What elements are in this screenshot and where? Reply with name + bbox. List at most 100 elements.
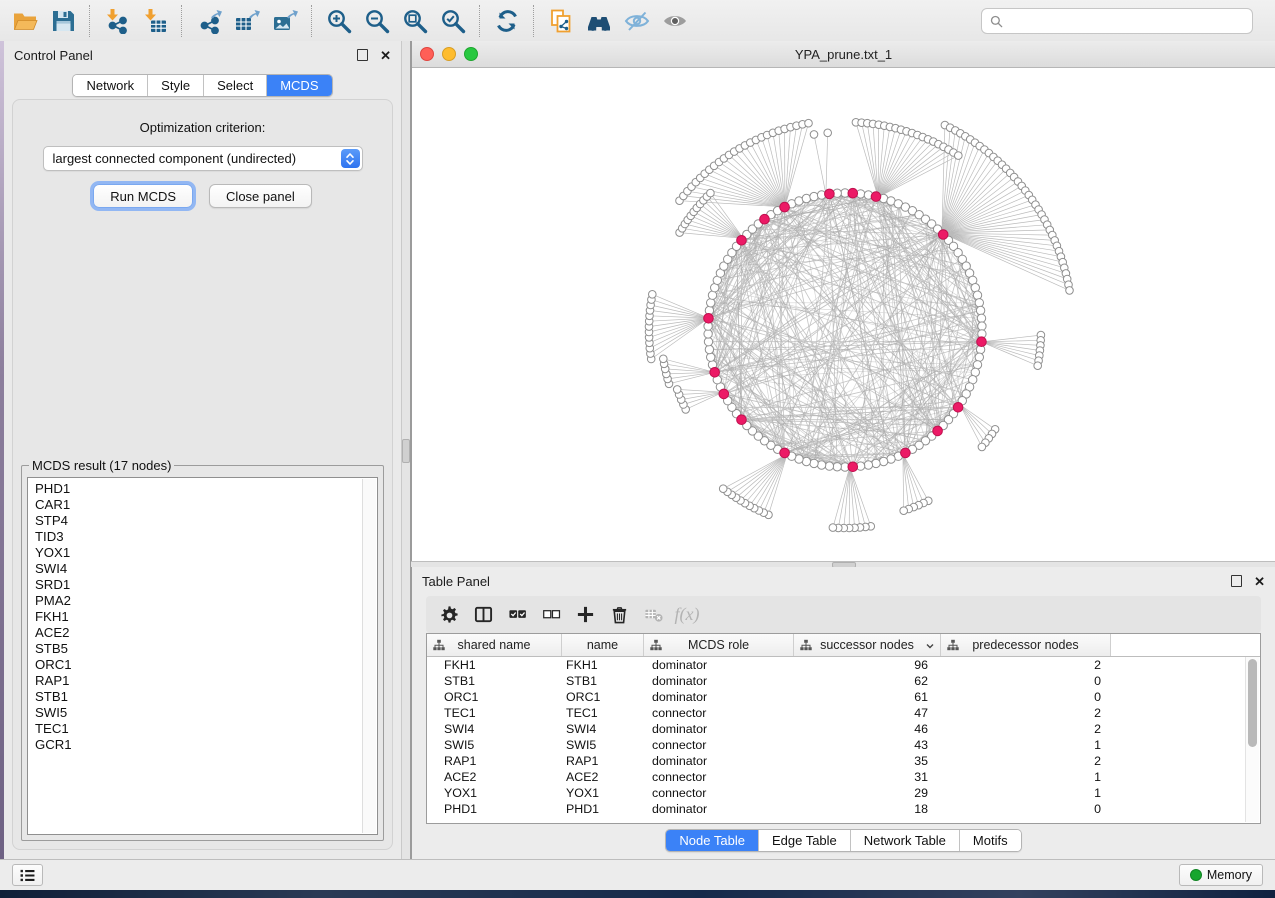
mcds-result-item[interactable]: PMA2 [35, 593, 377, 609]
task-history-button[interactable] [12, 864, 43, 886]
mcds-result-item[interactable]: STP4 [35, 513, 377, 529]
tab-network-table[interactable]: Network Table [851, 830, 960, 851]
splitter-handle[interactable] [402, 439, 410, 463]
table-panel-tabs: Node TableEdge TableNetwork TableMotifs [665, 829, 1021, 852]
task-list-icon [19, 869, 36, 882]
close-panel-icon[interactable]: ✕ [380, 49, 391, 62]
mcds-result-item[interactable]: STB1 [35, 689, 377, 705]
table-row-TEC1[interactable]: TEC1TEC1connector472 [427, 705, 1260, 721]
column-header-predecessor-nodes[interactable]: predecessor nodes [941, 634, 1111, 656]
import-table-button[interactable] [138, 6, 172, 36]
column-header-shared-name[interactable]: shared name [427, 634, 562, 656]
float-panel-icon[interactable] [357, 49, 368, 61]
export-table-icon [234, 8, 260, 34]
add-column-button[interactable] [570, 601, 600, 629]
column-label: successor nodes [820, 638, 914, 652]
deselect-all-rows-button[interactable] [536, 601, 566, 629]
clone-network-button[interactable] [544, 6, 578, 36]
hide-selected-button[interactable] [620, 6, 654, 36]
tab-network[interactable]: Network [73, 75, 148, 96]
mcds-result-item[interactable]: GCR1 [35, 737, 377, 753]
cell: 43 [794, 738, 941, 752]
tab-mcds[interactable]: MCDS [267, 75, 331, 96]
column-header-MCDS-role[interactable]: MCDS role [644, 634, 794, 656]
column-header-name[interactable]: name [562, 634, 644, 656]
run-mcds-button[interactable]: Run MCDS [93, 184, 193, 208]
network-canvas[interactable] [412, 68, 1275, 561]
save-session-button[interactable] [46, 6, 80, 36]
cell: TEC1 [562, 706, 644, 720]
network-nodes[interactable] [645, 119, 1073, 532]
open-file-button[interactable] [8, 6, 42, 36]
mcds-result-item[interactable]: RAP1 [35, 673, 377, 689]
network-window-titlebar[interactable]: YPA_prune.txt_1 [412, 41, 1275, 68]
mcds-result-item[interactable]: TID3 [35, 529, 377, 545]
refresh-icon [494, 8, 520, 34]
table-row-YOX1[interactable]: YOX1YOX1connector291 [427, 785, 1260, 801]
float-panel-icon[interactable] [1231, 575, 1242, 587]
table-row-RAP1[interactable]: RAP1RAP1dominator352 [427, 753, 1260, 769]
mcds-result-item[interactable]: SWI4 [35, 561, 377, 577]
mcds-result-item[interactable]: FKH1 [35, 609, 377, 625]
table-scrollbar-thumb[interactable] [1248, 659, 1257, 747]
table-row-ACE2[interactable]: ACE2ACE2connector311 [427, 769, 1260, 785]
network-overview-button[interactable] [582, 6, 616, 36]
column-header-successor-nodes[interactable]: successor nodes [794, 634, 941, 656]
cell: 1 [941, 738, 1111, 752]
table-row-ORC1[interactable]: ORC1ORC1dominator610 [427, 689, 1260, 705]
table-row-PHD1[interactable]: PHD1PHD1dominator180 [427, 801, 1260, 817]
workspace: Control Panel ✕ NetworkStyleSelectMCDS O… [0, 41, 1275, 860]
mcds-result-item[interactable]: SWI5 [35, 705, 377, 721]
cell: connector [644, 786, 794, 800]
table-row-SWI4[interactable]: SWI4SWI4dominator462 [427, 721, 1260, 737]
cell: 29 [794, 786, 941, 800]
export-network-button[interactable] [192, 6, 226, 36]
cell: 1 [941, 786, 1111, 800]
show-all-button[interactable] [658, 6, 692, 36]
mcds-result-item[interactable]: ORC1 [35, 657, 377, 673]
tab-motifs[interactable]: Motifs [960, 830, 1021, 851]
table-row-STB1[interactable]: STB1STB1dominator620 [427, 673, 1260, 689]
vertical-splitter[interactable] [401, 41, 411, 860]
zoom-out-button[interactable] [360, 6, 394, 36]
refresh-view-button[interactable] [490, 6, 524, 36]
mcds-result-item[interactable]: ACE2 [35, 625, 377, 641]
search-input[interactable] [1008, 11, 1252, 31]
tab-select[interactable]: Select [204, 75, 267, 96]
mcds-result-item[interactable]: TEC1 [35, 721, 377, 737]
mcds-result-list[interactable]: PHD1CAR1STP4TID3YOX1SWI4SRD1PMA2FKH1ACE2… [27, 477, 378, 835]
zoom-selected-button[interactable] [436, 6, 470, 36]
mcds-result-item[interactable]: SRD1 [35, 577, 377, 593]
optimization-criterion-label: Optimization criterion: [13, 120, 392, 135]
mcds-result-item[interactable]: PHD1 [35, 481, 377, 497]
table-row-FKH1[interactable]: FKH1FKH1dominator962 [427, 657, 1260, 673]
network-graph[interactable] [412, 68, 1275, 561]
mcds-result-item[interactable]: YOX1 [35, 545, 377, 561]
import-network-button[interactable] [100, 6, 134, 36]
export-table-button[interactable] [230, 6, 264, 36]
column-visibility-button[interactable] [468, 601, 498, 629]
criterion-select[interactable]: largest connected component (undirected) [43, 146, 363, 171]
tab-style[interactable]: Style [148, 75, 204, 96]
mcds-result-item[interactable]: CAR1 [35, 497, 377, 513]
mcds-list-scrollbar[interactable] [362, 479, 376, 833]
tab-node-table[interactable]: Node Table [666, 830, 759, 851]
memory-button[interactable]: Memory [1179, 864, 1263, 886]
tab-edge-table[interactable]: Edge Table [759, 830, 851, 851]
desktop-wallpaper-bottom [0, 890, 1275, 898]
delete-column-button[interactable] [604, 601, 634, 629]
select-all-rows-button[interactable] [502, 601, 532, 629]
close-panel-button[interactable]: Close panel [209, 184, 312, 208]
close-panel-icon[interactable]: ✕ [1254, 575, 1265, 588]
table-scrollbar[interactable] [1245, 657, 1259, 822]
zoom-in-button[interactable] [322, 6, 356, 36]
search-box[interactable] [981, 8, 1253, 34]
copy-share-icon [548, 8, 574, 34]
table-row-SWI5[interactable]: SWI5SWI5connector431 [427, 737, 1260, 753]
zoom-fit-button[interactable] [398, 6, 432, 36]
table-settings-button[interactable] [434, 601, 464, 629]
cell: SWI4 [562, 722, 644, 736]
export-image-button[interactable] [268, 6, 302, 36]
mcds-result-item[interactable]: STB5 [35, 641, 377, 657]
control-panel-titlebar: Control Panel ✕ [4, 41, 401, 67]
